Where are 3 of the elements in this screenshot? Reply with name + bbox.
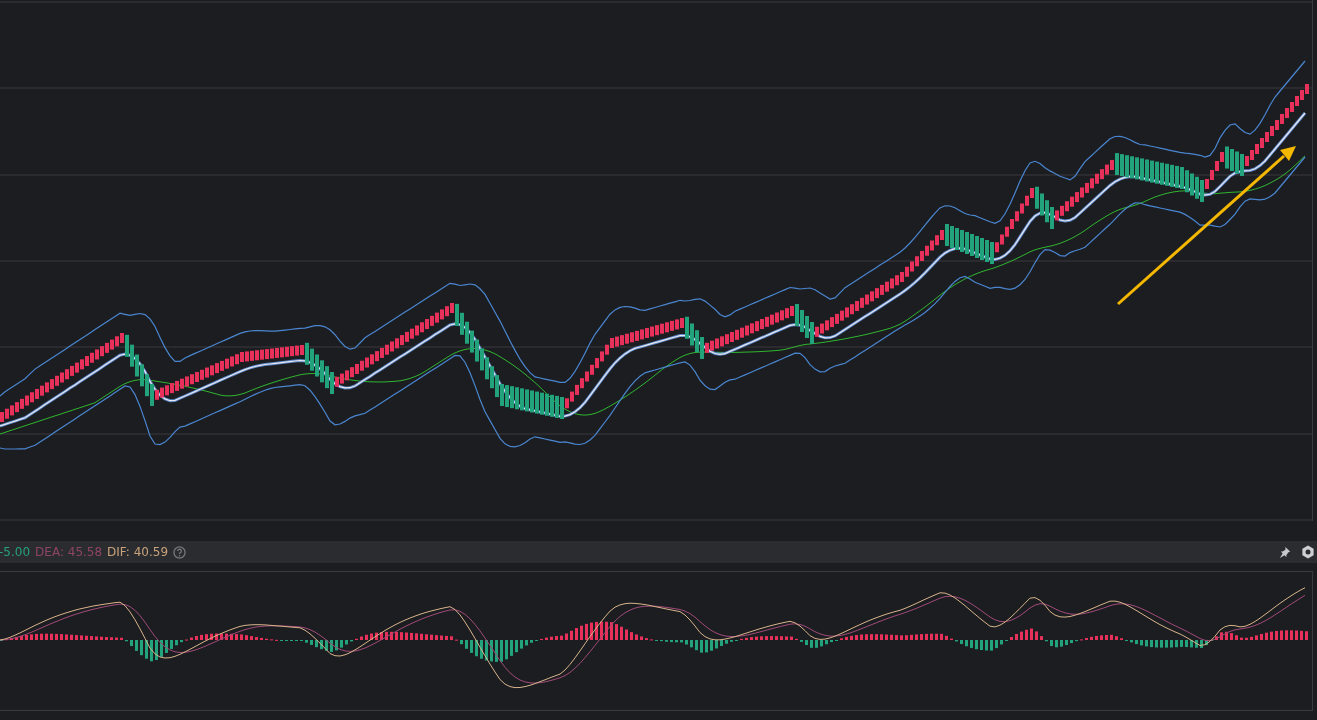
legend-value: DIF: 40.59 (107, 544, 169, 561)
legend-value: DEA: 45.58 (35, 544, 103, 561)
legend-value: -5.00 (0, 544, 31, 561)
